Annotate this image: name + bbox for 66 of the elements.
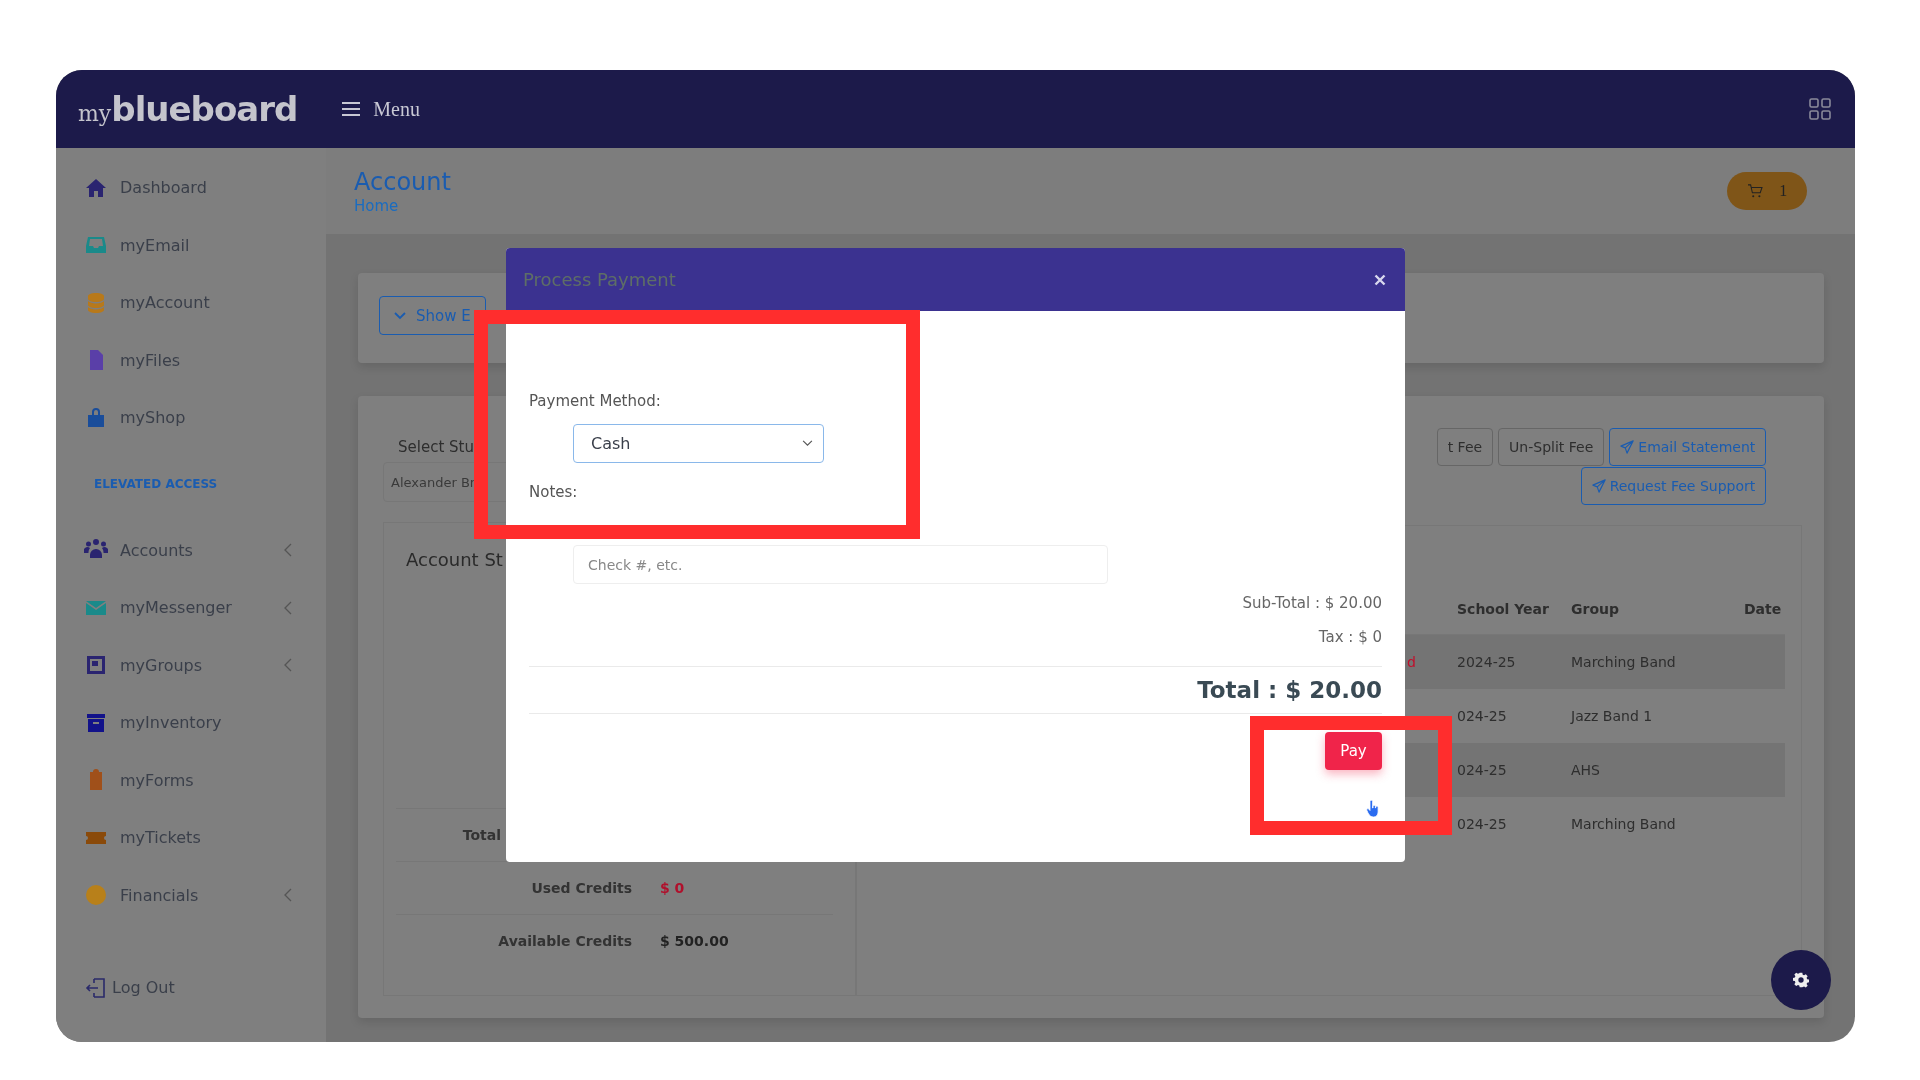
summary-value: $ 0 bbox=[660, 880, 686, 896]
send-icon bbox=[1620, 440, 1635, 454]
sidebar-item[interactable]: myMessenger bbox=[56, 579, 326, 637]
page-title: Account bbox=[354, 167, 451, 196]
summary-value: $ 500.00 bbox=[660, 933, 730, 949]
total-text: Total : $ 20.00 bbox=[1197, 677, 1382, 703]
table-cell-text: 024-25 bbox=[1456, 762, 1508, 778]
sidebar-item[interactable]: Dashboard bbox=[56, 159, 326, 217]
sidebar-item[interactable]: Financials bbox=[56, 866, 326, 924]
action-button[interactable]: Un-Split Fee bbox=[1498, 428, 1605, 466]
logout-icon bbox=[84, 975, 108, 1000]
sidebar-item[interactable]: Accounts bbox=[56, 521, 326, 579]
pay-button[interactable]: Pay bbox=[1325, 732, 1382, 770]
sidebar-section-label: ELEVATED ACCESS bbox=[94, 477, 218, 491]
table-cell-text: Marching Band bbox=[1571, 816, 1677, 832]
notes-field[interactable]: Check #, etc. bbox=[573, 545, 1108, 584]
chevron-left-icon bbox=[284, 600, 292, 615]
logo[interactable]: myblueboard bbox=[78, 89, 298, 129]
sidebar-item[interactable]: myInventory bbox=[56, 694, 326, 752]
table-cell-text: 024-25 bbox=[1456, 708, 1508, 724]
close-icon[interactable] bbox=[1374, 273, 1386, 286]
chevron-down-icon bbox=[394, 311, 406, 320]
pointer-cursor-icon bbox=[1366, 800, 1380, 818]
subtotal-text: Sub-Total : $ 20.00 bbox=[1242, 594, 1382, 612]
sidebar-item[interactable]: myEmail bbox=[56, 216, 326, 274]
sidebar-item[interactable]: myFiles bbox=[56, 331, 326, 389]
cart-button[interactable]: 1 bbox=[1727, 172, 1808, 210]
chevron-left-icon bbox=[284, 543, 292, 558]
cart-icon bbox=[1747, 184, 1764, 198]
dialog-title: Process Payment bbox=[523, 269, 676, 290]
summary-label: Used Credits bbox=[530, 880, 632, 896]
summary-label: Available Credits bbox=[497, 933, 632, 949]
column-header: Group bbox=[1571, 601, 1620, 617]
logout-link[interactable]: Log Out bbox=[56, 959, 326, 1017]
summary-label: Total bbox=[461, 827, 501, 843]
sidebar-item[interactable]: myShop bbox=[56, 389, 326, 447]
sidebar-item[interactable]: myTickets bbox=[56, 809, 326, 867]
action-button[interactable]: Request Fee Support bbox=[1580, 467, 1767, 505]
table-cell: d bbox=[1407, 654, 1416, 670]
send-icon bbox=[1591, 479, 1606, 493]
settings-icon bbox=[1793, 972, 1809, 988]
field-label: Notes: bbox=[529, 483, 579, 501]
sidebar-item[interactable]: myAccount bbox=[56, 274, 326, 332]
apps-grid-icon[interactable] bbox=[1809, 98, 1831, 120]
table-cell-text: 024-25 bbox=[1456, 816, 1508, 832]
chevron-left-icon bbox=[284, 658, 292, 673]
payment-method-select[interactable]: Cash bbox=[573, 424, 824, 463]
table-cell-text: Jazz Band 1 bbox=[1571, 708, 1654, 724]
tax-text: Tax : $ 0 bbox=[1318, 628, 1382, 646]
sidebar-item[interactable]: myForms bbox=[56, 751, 326, 809]
show-filters-button[interactable]: Show E bbox=[379, 296, 486, 335]
menu-icon bbox=[341, 101, 362, 117]
table-cell-text: 2024-25 bbox=[1456, 654, 1517, 670]
action-button[interactable]: Email Statement bbox=[1609, 428, 1767, 466]
table-cell-text: Marching Band bbox=[1571, 654, 1677, 670]
chevron-left-icon bbox=[284, 888, 292, 903]
column-header: School Year bbox=[1456, 601, 1550, 617]
column-header: Date bbox=[1744, 601, 1783, 617]
sidebar-item[interactable]: myGroups bbox=[56, 636, 326, 694]
caret-icon bbox=[802, 440, 813, 447]
field-label: Select Stu bbox=[397, 438, 474, 456]
panel-heading: Account St bbox=[405, 549, 503, 570]
action-button[interactable]: t Fee bbox=[1436, 428, 1494, 466]
field-label: Payment Method: bbox=[529, 392, 662, 410]
table-cell-text: AHS bbox=[1571, 762, 1601, 778]
menu-button[interactable]: Menu bbox=[341, 97, 420, 121]
